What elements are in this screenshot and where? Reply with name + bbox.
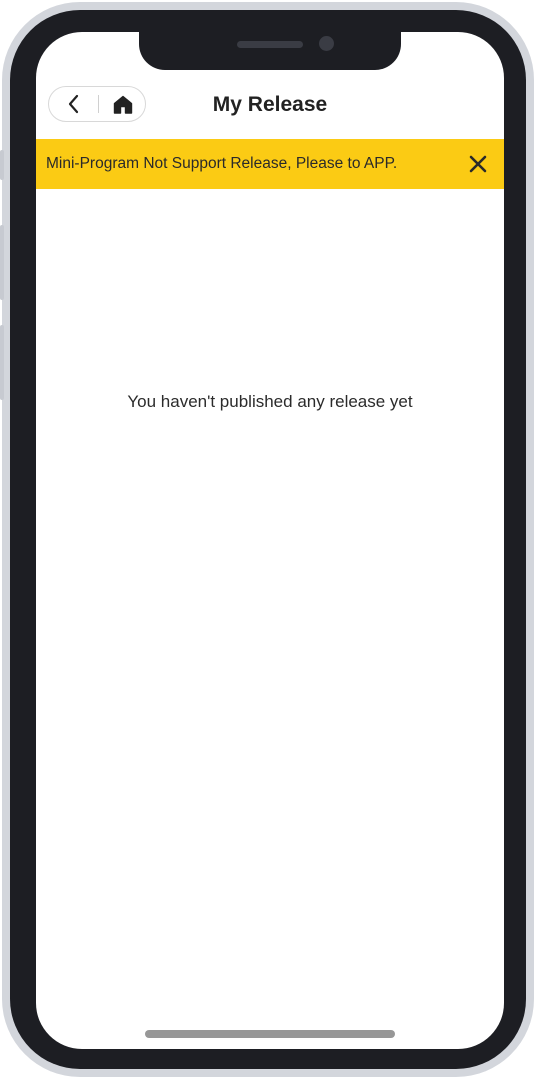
camera [319, 36, 334, 51]
empty-state-message: You haven't published any release yet [127, 392, 413, 411]
side-button [0, 325, 4, 400]
app-screen: My Release Mini-Program Not Support Rele… [36, 32, 504, 1049]
page-title: My Release [212, 93, 328, 116]
side-button [0, 225, 4, 300]
notice-text: Mini-Program Not Support Release, Please… [46, 155, 398, 172]
notice-banner: Mini-Program Not Support Release, Please… [36, 139, 504, 189]
home-indicator[interactable] [145, 1030, 395, 1038]
close-icon[interactable] [466, 152, 490, 176]
side-button [0, 150, 4, 180]
notch [139, 26, 401, 70]
speaker [237, 41, 303, 48]
